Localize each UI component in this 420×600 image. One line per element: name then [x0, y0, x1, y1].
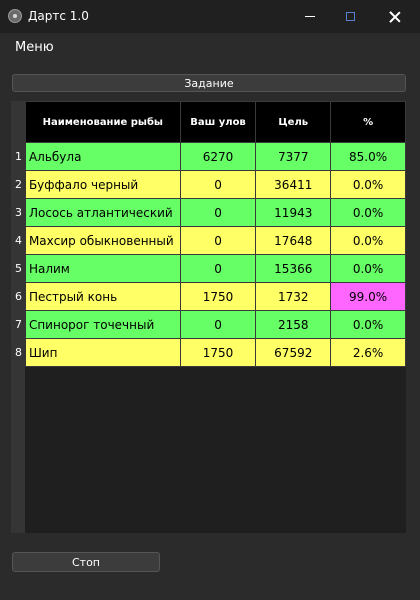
close-icon: [389, 11, 401, 23]
menu-bar: Меню: [0, 33, 420, 61]
target-cell[interactable]: 11943: [255, 198, 332, 227]
fish-name-cell[interactable]: Махсир обыкновенный: [24, 226, 181, 255]
table-row[interactable]: 8 Шип 1750 67592 2.6%: [11, 338, 406, 367]
percent-cell[interactable]: 0.0%: [330, 198, 406, 227]
target-cell[interactable]: 67592: [255, 338, 332, 367]
catch-cell[interactable]: 0: [179, 198, 257, 227]
catch-cell[interactable]: 0: [179, 310, 257, 339]
minimize-button[interactable]: [290, 0, 330, 33]
fish-table: Наименование рыбы Ваш улов Цель % 1 Альбу…: [11, 101, 406, 533]
catch-cell[interactable]: 1750: [179, 282, 257, 311]
target-cell[interactable]: 36411: [255, 170, 332, 199]
column-header-catch[interactable]: Ваш улов: [179, 101, 257, 143]
table-row[interactable]: 2 Буффало черный 0 36411 0.0%: [11, 170, 406, 199]
fish-name-cell[interactable]: Альбула: [24, 142, 181, 171]
stop-button[interactable]: Стоп: [12, 552, 160, 572]
catch-cell[interactable]: 6270: [179, 142, 257, 171]
title-bar[interactable]: Дартс 1.0: [0, 0, 420, 33]
percent-cell[interactable]: 85.0%: [330, 142, 406, 171]
app-icon: [8, 9, 22, 23]
minimize-icon: [305, 16, 315, 17]
row-number[interactable]: 6: [11, 282, 26, 311]
percent-cell[interactable]: 99.0%: [330, 282, 406, 311]
catch-cell[interactable]: 1750: [179, 338, 257, 367]
fish-name-cell[interactable]: Шип: [24, 338, 181, 367]
catch-cell[interactable]: 0: [179, 254, 257, 283]
table-row[interactable]: 7 Спинорог точечный 0 2158 0.0%: [11, 310, 406, 339]
target-cell[interactable]: 2158: [255, 310, 332, 339]
table-corner: [11, 101, 26, 143]
table-body: 1 Альбула 6270 7377 85.0% 2 Буффало черный 0 364…: [11, 142, 406, 367]
fish-name-cell[interactable]: Лосось атлантический: [24, 198, 181, 227]
fish-name-cell[interactable]: Пестрый конь: [24, 282, 181, 311]
catch-cell[interactable]: 0: [179, 226, 257, 255]
close-button[interactable]: [370, 0, 420, 33]
maximize-icon: [345, 12, 355, 21]
row-number[interactable]: 4: [11, 226, 26, 255]
row-number[interactable]: 5: [11, 254, 26, 283]
table-row[interactable]: 6 Пестрый конь 1750 1732 99.0%: [11, 282, 406, 311]
target-cell[interactable]: 15366: [255, 254, 332, 283]
fish-name-cell[interactable]: Спинорог точечный: [24, 310, 181, 339]
menu-item-menu[interactable]: Меню: [15, 40, 54, 55]
fish-name-cell[interactable]: Буффало черный: [24, 170, 181, 199]
table-row[interactable]: 5 Налим 0 15366 0.0%: [11, 254, 406, 283]
app-window: Дартс 1.0 Меню Задание Наименование рыбы…: [0, 0, 420, 600]
column-header-name[interactable]: Наименование рыбы: [24, 101, 181, 143]
row-number[interactable]: 1: [11, 142, 26, 171]
fish-name-cell[interactable]: Налим: [24, 254, 181, 283]
row-number[interactable]: 3: [11, 198, 26, 227]
task-button[interactable]: Задание: [12, 74, 406, 92]
window-title: Дартс 1.0: [28, 9, 89, 23]
percent-cell[interactable]: 0.0%: [330, 310, 406, 339]
percent-cell[interactable]: 0.0%: [330, 170, 406, 199]
row-number[interactable]: 2: [11, 170, 26, 199]
fish-table-grid: Наименование рыбы Ваш улов Цель % 1 Альбу…: [11, 101, 406, 367]
maximize-button[interactable]: [330, 0, 370, 33]
row-number[interactable]: 8: [11, 338, 26, 367]
percent-cell[interactable]: 0.0%: [330, 254, 406, 283]
percent-cell[interactable]: 2.6%: [330, 338, 406, 367]
percent-cell[interactable]: 0.0%: [330, 226, 406, 255]
catch-cell[interactable]: 0: [179, 170, 257, 199]
target-cell[interactable]: 7377: [255, 142, 332, 171]
table-header-row: Наименование рыбы Ваш улов Цель %: [11, 101, 406, 143]
table-row[interactable]: 1 Альбула 6270 7377 85.0%: [11, 142, 406, 171]
column-header-percent[interactable]: %: [330, 101, 406, 143]
row-number[interactable]: 7: [11, 310, 26, 339]
table-row[interactable]: 4 Махсир обыкновенный 0 17648 0.0%: [11, 226, 406, 255]
target-cell[interactable]: 17648: [255, 226, 332, 255]
table-row[interactable]: 3 Лосось атлантический 0 11943 0.0%: [11, 198, 406, 227]
column-header-target[interactable]: Цель: [255, 101, 332, 143]
target-cell[interactable]: 1732: [255, 282, 332, 311]
